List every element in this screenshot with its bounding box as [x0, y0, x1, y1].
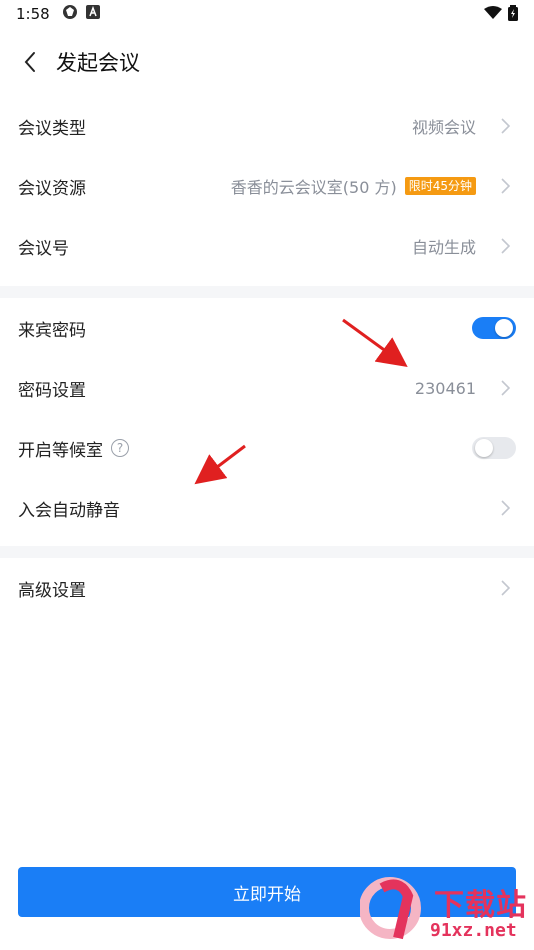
a-notification-icon — [85, 5, 100, 23]
waiting-room-row: 开启等候室 ? — [0, 418, 534, 478]
watermark-en: 91xz.net — [430, 920, 517, 941]
chevron-right-icon — [494, 577, 516, 599]
meeting-type-value: 视频会议 — [411, 118, 476, 137]
meeting-resource-value: 香香的云会议室(50 方) — [230, 178, 397, 197]
page-title: 发起会议 — [56, 51, 140, 75]
meeting-security-section: 来宾密码 密码设置 230461 开启等候室 ? 入会自动静音 — [0, 298, 534, 538]
back-button[interactable] — [8, 40, 52, 84]
password-setting-label: 密码设置 — [18, 380, 86, 401]
guest-password-toggle[interactable] — [472, 317, 516, 339]
time-limit-badge: 限时45分钟 — [404, 177, 476, 195]
help-icon[interactable]: ? — [111, 439, 129, 457]
advanced-settings-row[interactable]: 高级设置 — [0, 558, 534, 618]
meeting-number-value: 自动生成 — [411, 238, 476, 257]
status-bar: 1:58 — [0, 0, 534, 28]
meeting-number-label: 会议号 — [18, 238, 69, 259]
meeting-type-label: 会议类型 — [18, 118, 86, 139]
password-setting-row[interactable]: 密码设置 230461 — [0, 358, 534, 418]
guest-password-label: 来宾密码 — [18, 320, 86, 341]
wifi-icon — [484, 6, 502, 24]
status-time: 1:58 — [16, 5, 50, 23]
advanced-section: 高级设置 — [0, 558, 534, 618]
nav-bar: 发起会议 — [0, 28, 534, 96]
back-arrow-icon — [24, 52, 35, 72]
status-right — [484, 5, 518, 25]
guest-password-row: 来宾密码 — [0, 298, 534, 358]
chevron-right-icon — [494, 235, 516, 257]
section-divider — [0, 286, 534, 298]
auto-mute-row[interactable]: 入会自动静音 — [0, 478, 534, 538]
meeting-number-row[interactable]: 会议号 自动生成 — [0, 216, 534, 276]
auto-mute-label: 入会自动静音 — [18, 500, 120, 521]
meeting-resource-row[interactable]: 会议资源 香香的云会议室(50 方) 限时45分钟 — [0, 156, 534, 216]
waiting-room-label: 开启等候室 — [18, 440, 103, 461]
chevron-right-icon — [494, 115, 516, 137]
app-notification-icon — [62, 4, 78, 24]
password-value: 230461 — [414, 378, 476, 398]
meeting-basic-section: 会议类型 视频会议 会议资源 香香的云会议室(50 方) 限时45分钟 会议号 … — [0, 96, 534, 276]
section-divider — [0, 546, 534, 558]
battery-icon — [508, 5, 518, 25]
meeting-resource-label: 会议资源 — [18, 178, 86, 199]
watermark: 下载站 91xz.net — [360, 868, 530, 948]
watermark-cn: 下载站 — [434, 888, 527, 923]
watermark-logo-icon — [360, 877, 421, 940]
waiting-room-toggle[interactable] — [472, 437, 516, 459]
chevron-right-icon — [494, 377, 516, 399]
meeting-type-row[interactable]: 会议类型 视频会议 — [0, 96, 534, 156]
advanced-settings-label: 高级设置 — [18, 580, 86, 601]
chevron-right-icon — [494, 497, 516, 519]
chevron-right-icon — [494, 175, 516, 197]
